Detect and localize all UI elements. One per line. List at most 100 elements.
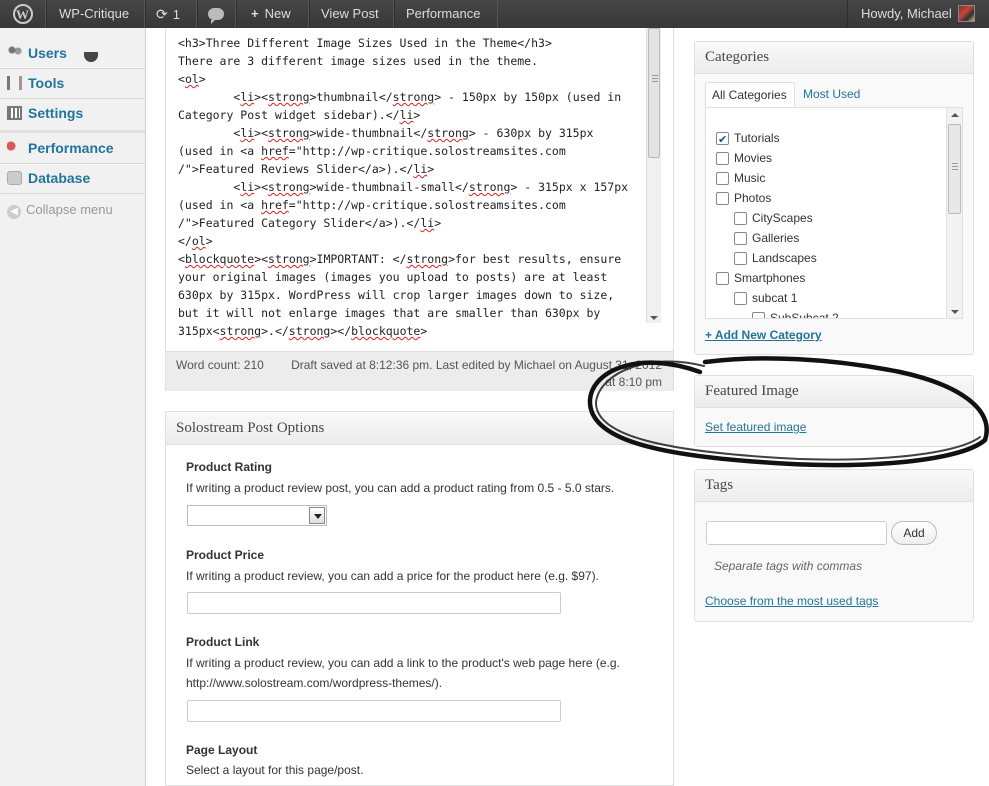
set-featured-image-link[interactable]: Set featured image [705,420,806,434]
product-link-desc: If writing a product review, you can add… [186,656,620,670]
sidebar-item-label: Settings [28,105,84,121]
category-label: CityScapes [752,211,813,225]
howdy-label: Howdy, Michael [861,6,952,21]
settings-icon [7,106,22,120]
category-checkbox[interactable] [734,292,747,305]
sidebar-divider [0,193,145,194]
new-label: New [264,6,291,21]
comment-bubble-icon [208,8,224,24]
editor-status-bar: Word count: 210 Draft saved at 8:12:36 p… [166,351,673,391]
category-label: Music [734,171,766,185]
plus-icon: + [251,6,259,21]
updates-count: 1 [172,7,180,22]
code-line: <h3>Three Different Image Sizes Used in … [178,36,552,50]
code-line: 630px by 315px. WordPress will crop larg… [178,288,615,302]
code-line: There are 3 different image sizes used i… [178,54,539,68]
product-link-input[interactable] [187,700,561,722]
categories-box: Categories All Categories Most Used Tuto… [694,41,974,355]
box-title[interactable]: Solostream Post Options [166,412,673,445]
site-name-label: WP-Critique [59,6,130,21]
tag-input[interactable] [706,521,887,545]
sidebar-item-performance[interactable]: Performance [0,133,145,163]
code-line: </ol> [178,234,213,248]
word-count: Word count: 210 [176,358,264,372]
category-label: Galleries [752,231,800,245]
collapse-arrow-icon: ◀ [7,205,21,219]
add-tag-button[interactable]: Add [891,521,937,545]
product-rating-desc: If writing a product review post, you ca… [186,481,615,495]
post-editor[interactable]: <h3>Three Different Image Sizes Used in … [165,28,674,391]
view-post-label: View Post [321,6,379,21]
scroll-up-arrow-icon[interactable] [951,113,959,117]
code-line: /">Featured Reviews Slider</a>).</li> [178,162,435,176]
code-line: Category Post widget sidebar).</li> [178,108,421,122]
category-checkbox[interactable] [716,152,729,165]
code-line: (used in <a href="http://wp-critique.sol… [178,198,566,212]
collapse-menu-button[interactable]: ◀ Collapse menu [7,202,113,219]
code-line: <li><strong>wide-thumbnail</strong> - 63… [178,126,594,140]
code-line: <li><strong>wide-thumbnail-small</strong… [178,180,629,194]
page-layout-desc: Select a layout for this page/post. [186,763,364,777]
category-checkbox[interactable] [734,232,747,245]
choose-most-used-tags-link[interactable]: Choose from the most used tags [705,594,878,608]
box-title[interactable]: Categories [695,42,973,74]
comments-link[interactable] [197,0,236,28]
code-line: <ol> [178,72,206,86]
database-icon [7,171,22,185]
tags-box: Tags Add Separate tags with commas Choos… [694,469,974,622]
category-checkbox[interactable] [716,272,729,285]
category-label: subcat 1 [752,291,798,305]
add-new-category-link[interactable]: + Add New Category [705,328,822,342]
category-checkbox[interactable] [716,130,729,150]
product-price-input[interactable] [187,592,561,614]
sidebar-item-database[interactable]: Database [0,163,145,193]
category-scroll-thumb[interactable] [948,124,961,214]
page-layout-title: Page Layout [186,743,258,757]
category-label: Smartphones [734,271,806,285]
box-title[interactable]: Featured Image [695,376,973,408]
sidebar-item-label: Database [28,170,91,186]
category-label: Movies [734,151,773,165]
sidebar-item-tools[interactable]: Tools [0,68,145,98]
tags-hint: Separate tags with commas [714,559,863,573]
editor-scroll-thumb[interactable] [648,28,660,158]
view-post-link[interactable]: View Post [309,0,394,28]
new-content-link[interactable]: + New [236,0,309,28]
product-rating-title: Product Rating [186,460,272,474]
draft-status: Draft saved at 8:12:36 pm. Last edited b… [291,358,662,389]
admin-sidebar: Users Tools Settings Performance Databas… [0,28,146,786]
category-label: Landscapes [752,251,817,265]
wordpress-logo-icon[interactable] [0,0,46,29]
category-checkbox[interactable] [716,192,729,205]
code-line: your original images (images you upload … [178,270,608,284]
editor-scrollbar[interactable] [646,28,661,323]
scroll-down-arrow-icon[interactable] [951,310,959,314]
site-name-link[interactable]: WP-Critique [46,0,145,28]
code-line: 315px<strong>.</strong></blockquote> [178,324,428,338]
featured-image-box: Featured Image Set featured image [694,375,974,447]
box-title[interactable]: Tags [695,470,973,502]
html-editor-textarea[interactable]: <h3>Three Different Image Sizes Used in … [178,34,648,340]
tab-most-used[interactable]: Most Used [797,82,877,108]
sidebar-item-users[interactable]: Users [0,38,145,68]
sidebar-item-label: Tools [28,75,65,91]
code-line: /">Featured Category Slider</a>).</li> [178,216,442,230]
category-label: Photos [734,191,772,205]
account-menu[interactable]: Howdy, Michael [847,0,989,28]
refresh-icon: ⟳ [156,6,168,22]
chevron-down-icon [309,507,325,524]
updates-link[interactable]: ⟳ 1 [145,0,197,28]
category-scrollbar[interactable] [946,108,962,318]
category-checkbox[interactable] [734,252,747,265]
category-checkbox[interactable] [752,312,765,318]
performance-label: Performance [406,6,481,21]
category-checkbox[interactable] [734,212,747,225]
code-line: <blockquote><strong>IMPORTANT: </strong>… [178,252,622,266]
tab-all-categories[interactable]: All Categories [705,82,795,108]
category-checkbox[interactable] [716,172,729,185]
scroll-down-arrow-icon[interactable] [650,316,658,320]
product-rating-select[interactable] [187,505,327,526]
sidebar-item-settings[interactable]: Settings [0,98,145,128]
performance-link[interactable]: Performance [394,0,498,28]
category-label: SubSubcat 2 [770,311,839,319]
